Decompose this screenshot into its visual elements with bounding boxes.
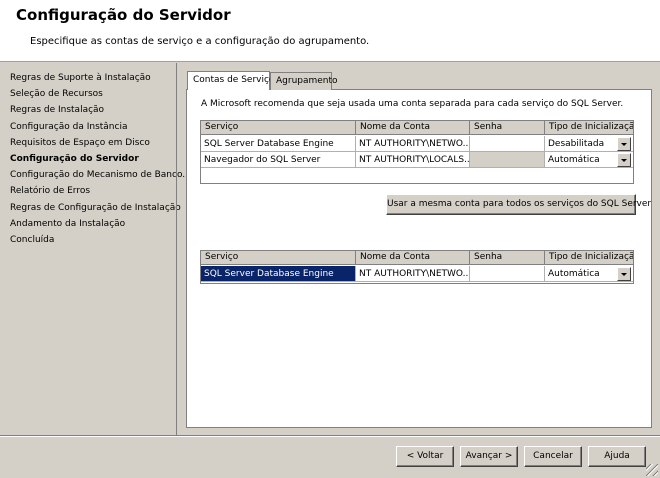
column-header-nome-conta[interactable]: Nome da Conta	[356, 121, 470, 135]
column-header-servico[interactable]: Serviço	[201, 251, 356, 265]
table-row-account[interactable]: NT AUTHORITY\NETWO...	[356, 136, 470, 152]
sidebar-item-requisitos-espaco[interactable]: Requisitos de Espaço em Disco	[10, 138, 150, 148]
startup-type-value: Automática	[548, 269, 600, 279]
services-grid-2: Serviço Nome da Conta Senha Tipo de Inic…	[200, 250, 634, 284]
sidebar	[0, 63, 176, 435]
table-row-service[interactable]: SQL Server Database Engine	[201, 136, 356, 152]
column-header-tipo-inicializacao[interactable]: Tipo de Inicialização	[545, 121, 633, 135]
sidebar-item-relatorio-erros[interactable]: Relatório de Erros	[10, 186, 90, 196]
table-row-password[interactable]	[470, 136, 545, 152]
services-grid: Serviço Nome da Conta Senha Tipo de Inic…	[200, 120, 634, 184]
back-button[interactable]: < Voltar	[396, 446, 454, 467]
table-row-account[interactable]: NT AUTHORITY\NETWO...	[356, 266, 470, 282]
page-subtitle: Especifique as contas de serviço e a con…	[30, 36, 370, 47]
sidebar-item-configuracao-instancia[interactable]: Configuração da Instância	[10, 122, 127, 132]
header-banner: Configuração do Servidor Especifique as …	[0, 0, 660, 62]
help-button[interactable]: Ajuda	[588, 446, 646, 467]
column-header-senha[interactable]: Senha	[470, 121, 545, 135]
table-row-password	[470, 152, 545, 168]
chevron-down-icon[interactable]	[617, 153, 631, 167]
sidebar-item-regras-configuracao[interactable]: Regras de Configuração de Instalação	[10, 203, 181, 213]
sidebar-item-configuracao-mecanismo[interactable]: Configuração do Mecanismo de Banco...	[10, 170, 191, 180]
sidebar-item-concluida[interactable]: Concluída	[10, 235, 54, 245]
sidebar-item-regras-suporte[interactable]: Regras de Suporte à Instalação	[10, 73, 151, 83]
tab-agrupamento[interactable]: Agrupamento	[270, 72, 338, 90]
same-account-button[interactable]: Usar a mesma conta para todos os serviço…	[386, 194, 651, 215]
column-header-senha[interactable]: Senha	[470, 251, 545, 265]
sidebar-item-configuracao-servidor[interactable]: Configuração do Servidor	[10, 154, 139, 164]
grid-header: Serviço Nome da Conta Senha Tipo de Inic…	[201, 251, 633, 265]
table-row-service[interactable]: Navegador do SQL Server	[201, 152, 356, 168]
sidebar-item-regras-instalacao[interactable]: Regras de Instalação	[10, 105, 104, 115]
grid-header: Serviço Nome da Conta Senha Tipo de Inic…	[201, 121, 633, 135]
startup-type-value: Automática	[548, 155, 600, 165]
table-row-password[interactable]	[470, 266, 545, 282]
sidebar-item-selecao-recursos[interactable]: Seleção de Recursos	[10, 89, 103, 99]
sidebar-item-andamento[interactable]: Andamento da Instalação	[10, 219, 125, 229]
column-header-nome-conta[interactable]: Nome da Conta	[356, 251, 470, 265]
page-title: Configuração do Servidor	[16, 6, 231, 24]
column-header-servico[interactable]: Serviço	[201, 121, 356, 135]
chevron-down-icon[interactable]	[617, 137, 631, 151]
resize-grip-icon[interactable]	[646, 464, 658, 476]
cancel-button[interactable]: Cancelar	[524, 446, 582, 467]
table-row-account[interactable]: NT AUTHORITY\LOCALS...	[356, 152, 470, 168]
table-row-service[interactable]: SQL Server Database Engine	[201, 266, 356, 282]
startup-type-value: Desabilitada	[548, 139, 605, 149]
chevron-down-icon[interactable]	[617, 267, 631, 281]
tab-contas-servico[interactable]: Contas de Serviço	[187, 71, 274, 90]
column-header-tipo-inicializacao[interactable]: Tipo de Inicialização	[545, 251, 633, 265]
footer-divider	[0, 435, 660, 437]
recommendation-note: A Microsoft recomenda que seja usada uma…	[201, 99, 624, 109]
next-button[interactable]: Avançar >	[460, 446, 518, 467]
